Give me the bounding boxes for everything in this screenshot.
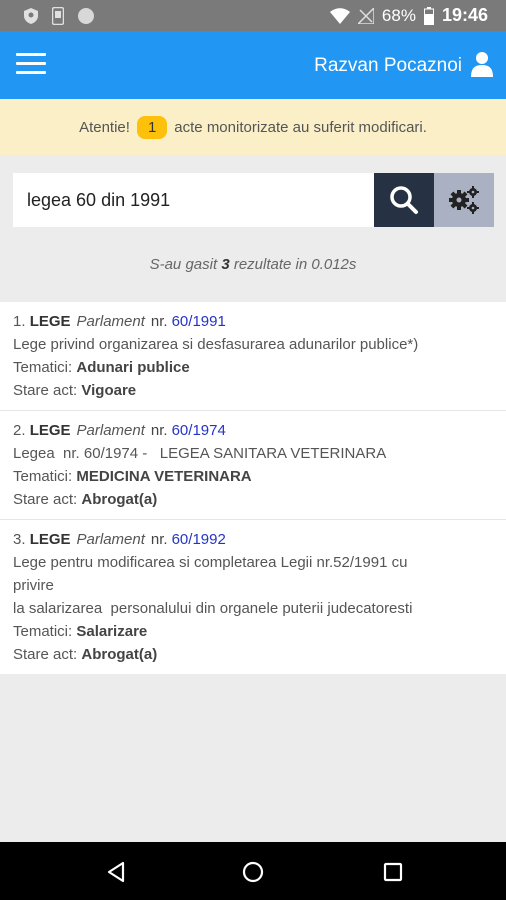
advanced-settings-button[interactable] xyxy=(434,173,494,227)
username[interactable]: Razvan Pocaznoi xyxy=(314,55,462,77)
search-icon xyxy=(390,186,418,214)
alert-prefix: Atentie! xyxy=(79,118,130,136)
user-icon[interactable] xyxy=(470,51,494,77)
results-list: 1. LEGE Parlament nr. 60/1991 Lege privind … xyxy=(0,302,506,674)
battery-icon xyxy=(423,6,434,25)
battery-percent: 68% xyxy=(381,5,416,25)
act-number-link[interactable]: 60/1992 xyxy=(172,531,226,548)
list-item[interactable]: 2. LEGE Parlament nr. 60/1974 Legea nr. 60/… xyxy=(0,411,506,520)
result-summary: S-au gasit 3 rezultate in 0.012s xyxy=(149,256,357,273)
notification-dot-icon xyxy=(78,8,94,24)
search-input[interactable] xyxy=(13,173,374,227)
alert-message: acte monitorizate au suferit modificari. xyxy=(174,118,427,136)
gears-icon xyxy=(449,186,479,214)
back-icon[interactable] xyxy=(104,860,128,884)
list-item[interactable]: 3. LEGE Parlament nr. 60/1992 Lege pentru m… xyxy=(0,520,506,674)
status-bar: 68% 19:46 xyxy=(0,0,506,31)
shield-icon xyxy=(24,8,38,24)
recents-icon[interactable] xyxy=(381,860,405,884)
search-bar xyxy=(13,173,494,227)
home-icon[interactable] xyxy=(241,860,265,884)
monitor-alert[interactable]: Atentie! 1 acte monitorizate au suferit … xyxy=(0,99,506,155)
alert-count-badge: 1 xyxy=(136,115,168,139)
list-item[interactable]: 1. LEGE Parlament nr. 60/1991 Lege privind … xyxy=(0,302,506,411)
search-button[interactable] xyxy=(374,173,434,227)
act-number-link[interactable]: 60/1974 xyxy=(172,422,226,439)
phone-icon xyxy=(52,7,64,25)
menu-icon[interactable] xyxy=(16,53,46,75)
system-nav-bar xyxy=(0,842,506,900)
no-signal-icon xyxy=(357,7,374,24)
app-bar: Razvan Pocaznoi xyxy=(0,31,506,99)
act-number-link[interactable]: 60/1991 xyxy=(172,313,226,330)
clock: 19:46 xyxy=(441,5,488,25)
wifi-icon xyxy=(329,7,350,24)
